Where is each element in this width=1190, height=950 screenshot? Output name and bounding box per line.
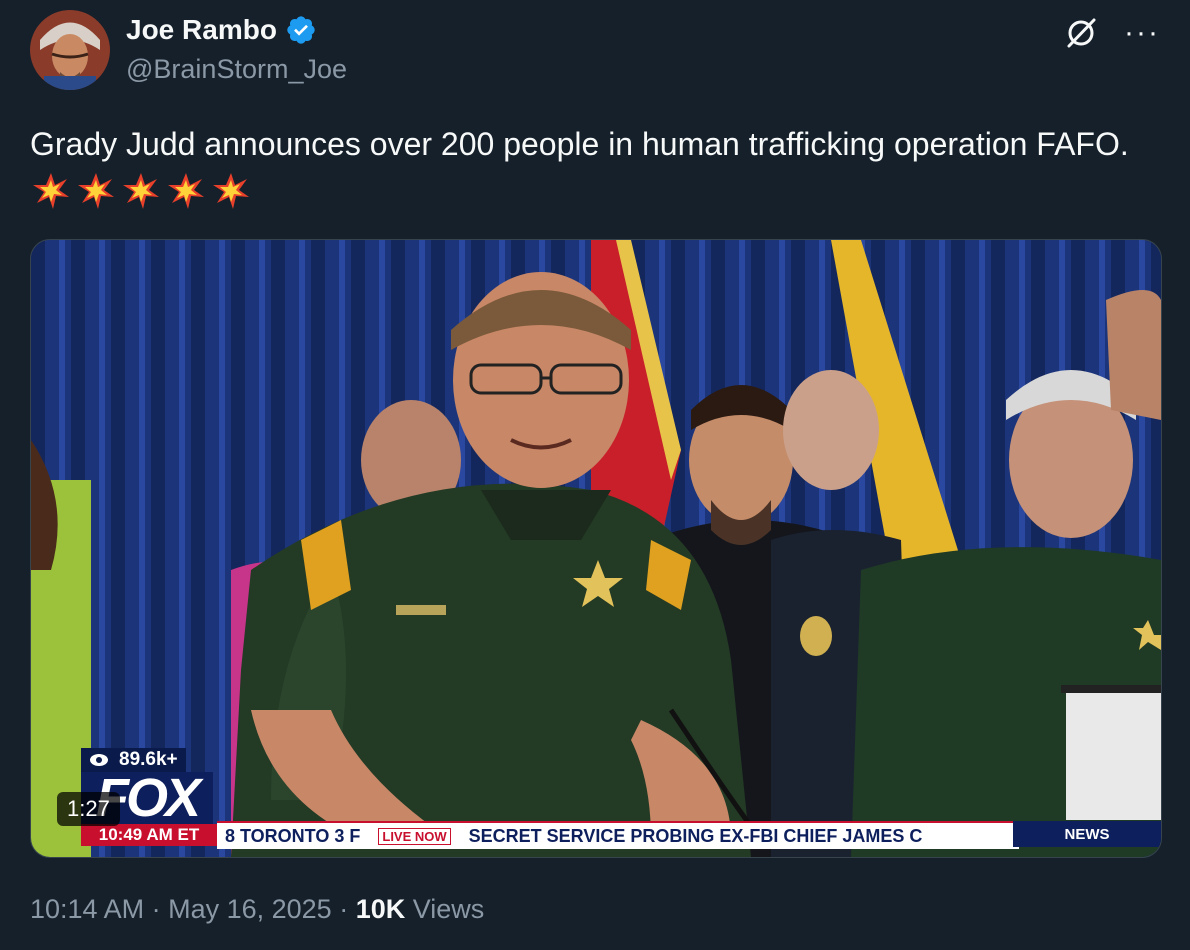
news-tag: NEWS xyxy=(1013,821,1161,847)
tweet-text: Grady Judd announces over 200 people in … xyxy=(30,120,1160,216)
news-ticker: 8 TORONTO 3 F LIVE NOW SECRET SERVICE PR… xyxy=(217,821,1019,849)
collision-icon xyxy=(33,173,69,209)
author-name-row: Joe Rambo xyxy=(126,14,317,46)
tweet-time[interactable]: 10:14 AM xyxy=(30,894,144,924)
emoji-row xyxy=(30,173,255,210)
meta-separator: · xyxy=(144,894,169,924)
live-now-tag: LIVE NOW xyxy=(378,827,451,845)
broadcast-clock: 10:49 AM ET xyxy=(81,824,217,846)
collision-icon xyxy=(123,173,159,209)
tweet-date[interactable]: May 16, 2025 xyxy=(168,894,332,924)
more-icon[interactable]: ··· xyxy=(1124,18,1160,48)
tweet-meta: 10:14 AM · May 16, 2025 · 10K Views xyxy=(30,894,484,925)
collision-icon xyxy=(213,173,249,209)
video-duration: 1:27 xyxy=(57,792,120,826)
video-frame xyxy=(31,240,1161,857)
meta-separator: · xyxy=(331,894,356,924)
ticker-weather: 8 TORONTO 3 F xyxy=(225,825,361,846)
grok-icon[interactable] xyxy=(1064,16,1098,50)
collision-icon xyxy=(78,173,114,209)
views-label: Views xyxy=(405,894,485,924)
avatar-illustration-icon xyxy=(30,10,110,90)
collision-icon xyxy=(168,173,204,209)
author-handle[interactable]: @BrainStorm_Joe xyxy=(126,54,347,85)
ticker-headline: SECRET SERVICE PROBING EX-FBI CHIEF JAME… xyxy=(468,825,923,846)
tweet-header-actions: ··· xyxy=(1064,16,1160,50)
author-display-name[interactable]: Joe Rambo xyxy=(126,14,277,46)
views-count: 10K xyxy=(355,894,406,924)
tweet-body: Grady Judd announces over 200 people in … xyxy=(30,126,1129,162)
eye-icon xyxy=(90,754,108,766)
verified-badge-icon xyxy=(287,16,315,44)
author-avatar[interactable] xyxy=(30,10,110,90)
video-player[interactable]: 89.6k+ FOX 10:49 AM ET 8 TORONTO 3 F LIV… xyxy=(30,239,1162,858)
